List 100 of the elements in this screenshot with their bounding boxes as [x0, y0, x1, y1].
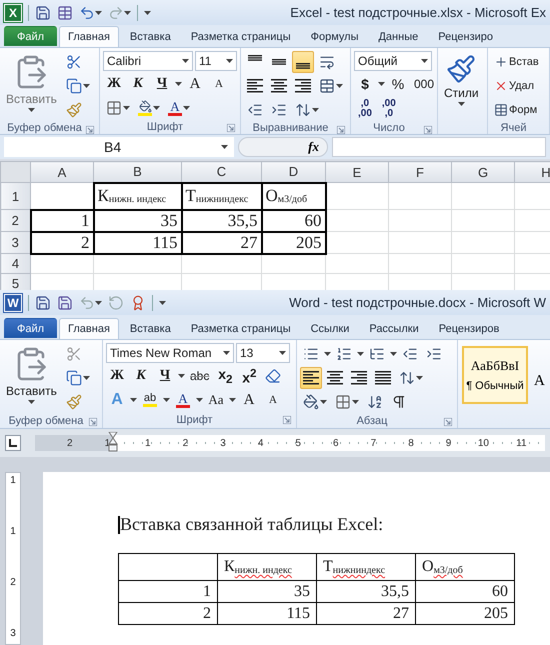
- dropdown-arrow-icon[interactable]: [336, 84, 343, 88]
- dropdown-arrow-icon[interactable]: [416, 376, 423, 380]
- paste-button[interactable]: Вставить: [3, 51, 60, 121]
- number-format-select[interactable]: Общий: [354, 51, 432, 71]
- name-box[interactable]: B4: [4, 137, 234, 157]
- dropdown-arrow-icon[interactable]: [196, 398, 203, 402]
- change-case-button[interactable]: Aa: [205, 389, 227, 411]
- column-header[interactable]: H: [514, 162, 550, 182]
- dialog-launcher-icon[interactable]: [424, 126, 432, 134]
- indent-marker-icon[interactable]: [108, 432, 118, 454]
- shrink-font-button[interactable]: A: [262, 389, 284, 411]
- ribbon-tab[interactable]: Разметка страницы: [182, 318, 300, 339]
- column-header[interactable]: B: [94, 162, 182, 182]
- dropdown-arrow-icon[interactable]: [390, 352, 397, 356]
- dropdown-arrow-icon[interactable]: [163, 398, 170, 402]
- dropdown-arrow-icon[interactable]: [182, 59, 189, 63]
- app-logo[interactable]: W: [4, 294, 22, 312]
- percent-button[interactable]: %: [387, 73, 409, 95]
- dropdown-arrow-icon[interactable]: [153, 106, 160, 110]
- font-name-select[interactable]: Times New Roman: [106, 343, 234, 363]
- dropdown-arrow-icon[interactable]: [144, 10, 151, 14]
- ribbon-tab[interactable]: Ссылки: [302, 318, 358, 339]
- shrink-font-button[interactable]: A: [208, 73, 230, 95]
- dialog-launcher-icon[interactable]: [444, 418, 452, 426]
- italic-button[interactable]: К: [127, 73, 149, 95]
- app-logo[interactable]: X: [4, 4, 22, 22]
- row-header[interactable]: 5: [0, 274, 30, 290]
- horizontal-ruler[interactable]: 2 1 1 2 3 4 5 6 7 8 9 10 11: [35, 435, 545, 451]
- dropdown-arrow-icon[interactable]: [82, 376, 90, 380]
- dropdown-arrow-icon[interactable]: [28, 400, 35, 404]
- ribbon-tab[interactable]: Рассылки: [360, 318, 428, 339]
- align-button[interactable]: [300, 367, 322, 389]
- dropdown-arrow-icon[interactable]: [324, 352, 331, 356]
- dropdown-arrow-icon[interactable]: [312, 108, 319, 112]
- dropdown-arrow-icon[interactable]: [95, 300, 102, 304]
- dropdown-arrow-icon[interactable]: [279, 351, 286, 355]
- dropdown-arrow-icon[interactable]: [130, 398, 137, 402]
- dropdown-arrow-icon[interactable]: [123, 106, 130, 110]
- cells-command-button[interactable]: Форм: [491, 99, 540, 121]
- insert-function-button[interactable]: fx: [238, 137, 328, 157]
- dropdown-arrow-icon[interactable]: [124, 10, 131, 14]
- font-color-button[interactable]: A: [165, 97, 193, 119]
- font-size-select[interactable]: 13: [236, 343, 290, 363]
- grow-font-button[interactable]: A: [238, 389, 260, 411]
- dropdown-arrow-icon[interactable]: [223, 351, 230, 355]
- dropdown-arrow-icon[interactable]: [159, 300, 166, 304]
- dropdown-arrow-icon[interactable]: [378, 82, 385, 86]
- style-tile[interactable]: АаБбВвI ¶ Обычный: [462, 346, 528, 404]
- highlight-button[interactable]: ab: [139, 389, 161, 411]
- dialog-launcher-icon[interactable]: [86, 126, 94, 134]
- subscript-button[interactable]: x$_{2}$: [214, 365, 236, 387]
- style-tile[interactable]: А: [532, 346, 547, 404]
- row-header[interactable]: 1: [0, 182, 30, 210]
- underline-button[interactable]: Ч: [151, 73, 173, 95]
- font-size-select[interactable]: 11: [195, 51, 237, 71]
- row-header[interactable]: 4: [0, 254, 30, 274]
- column-header[interactable]: F: [388, 162, 452, 182]
- column-header[interactable]: A: [30, 162, 94, 182]
- dropdown-arrow-icon[interactable]: [82, 84, 90, 88]
- ribbon-tab[interactable]: Разметка страницы: [182, 26, 300, 47]
- dropdown-arrow-icon[interactable]: [28, 108, 35, 112]
- dropdown-arrow-icon[interactable]: [183, 106, 190, 110]
- dialog-launcher-icon[interactable]: [227, 124, 235, 132]
- file-tab[interactable]: Файл: [4, 318, 58, 338]
- formula-input[interactable]: [332, 137, 546, 157]
- dialog-launcher-icon[interactable]: [337, 126, 345, 134]
- ribbon-tab[interactable]: Данные: [369, 26, 428, 47]
- vertical-align-button[interactable]: [292, 51, 314, 73]
- ribbon-tab[interactable]: Рецензиро: [429, 26, 502, 47]
- row-header[interactable]: 3: [0, 232, 30, 254]
- font-color-button[interactable]: A: [172, 389, 194, 411]
- dropdown-arrow-icon[interactable]: [95, 10, 102, 14]
- dialog-launcher-icon[interactable]: [89, 418, 97, 426]
- dropdown-arrow-icon[interactable]: [226, 59, 233, 63]
- bold-button[interactable]: Ж: [103, 73, 125, 95]
- currency-button[interactable]: $: [354, 73, 376, 95]
- thousands-button[interactable]: 000: [411, 73, 438, 95]
- underline-button[interactable]: Ч: [154, 365, 176, 387]
- ribbon-tab[interactable]: Формулы: [302, 26, 368, 47]
- column-header[interactable]: D: [262, 162, 326, 182]
- row-header[interactable]: 2: [0, 210, 30, 232]
- dropdown-arrow-icon[interactable]: [458, 102, 465, 106]
- dropdown-arrow-icon[interactable]: [320, 400, 327, 404]
- paste-button[interactable]: Вставить: [3, 343, 60, 413]
- dropdown-arrow-icon[interactable]: [352, 400, 359, 404]
- ribbon-tab[interactable]: Главная: [59, 26, 119, 47]
- dropdown-arrow-icon[interactable]: [421, 59, 428, 63]
- dropdown-arrow-icon[interactable]: [175, 82, 182, 86]
- styles-button[interactable]: Стили: [441, 51, 482, 117]
- tab-stop-selector[interactable]: [5, 435, 21, 451]
- column-header[interactable]: E: [326, 162, 388, 182]
- bold-button[interactable]: Ж: [106, 365, 128, 387]
- dropdown-arrow-icon[interactable]: [229, 398, 236, 402]
- increase-decimal-button[interactable]: ,0 ,00: [354, 97, 376, 121]
- cells-command-button[interactable]: Удал: [491, 75, 538, 97]
- font-name-select[interactable]: Calibri: [103, 51, 193, 71]
- dropdown-arrow-icon[interactable]: [357, 352, 364, 356]
- ribbon-tab[interactable]: Рецензиров: [430, 318, 508, 339]
- decrease-decimal-button[interactable]: ,00 ,0: [378, 97, 400, 121]
- ribbon-tab[interactable]: Вставка: [120, 318, 180, 339]
